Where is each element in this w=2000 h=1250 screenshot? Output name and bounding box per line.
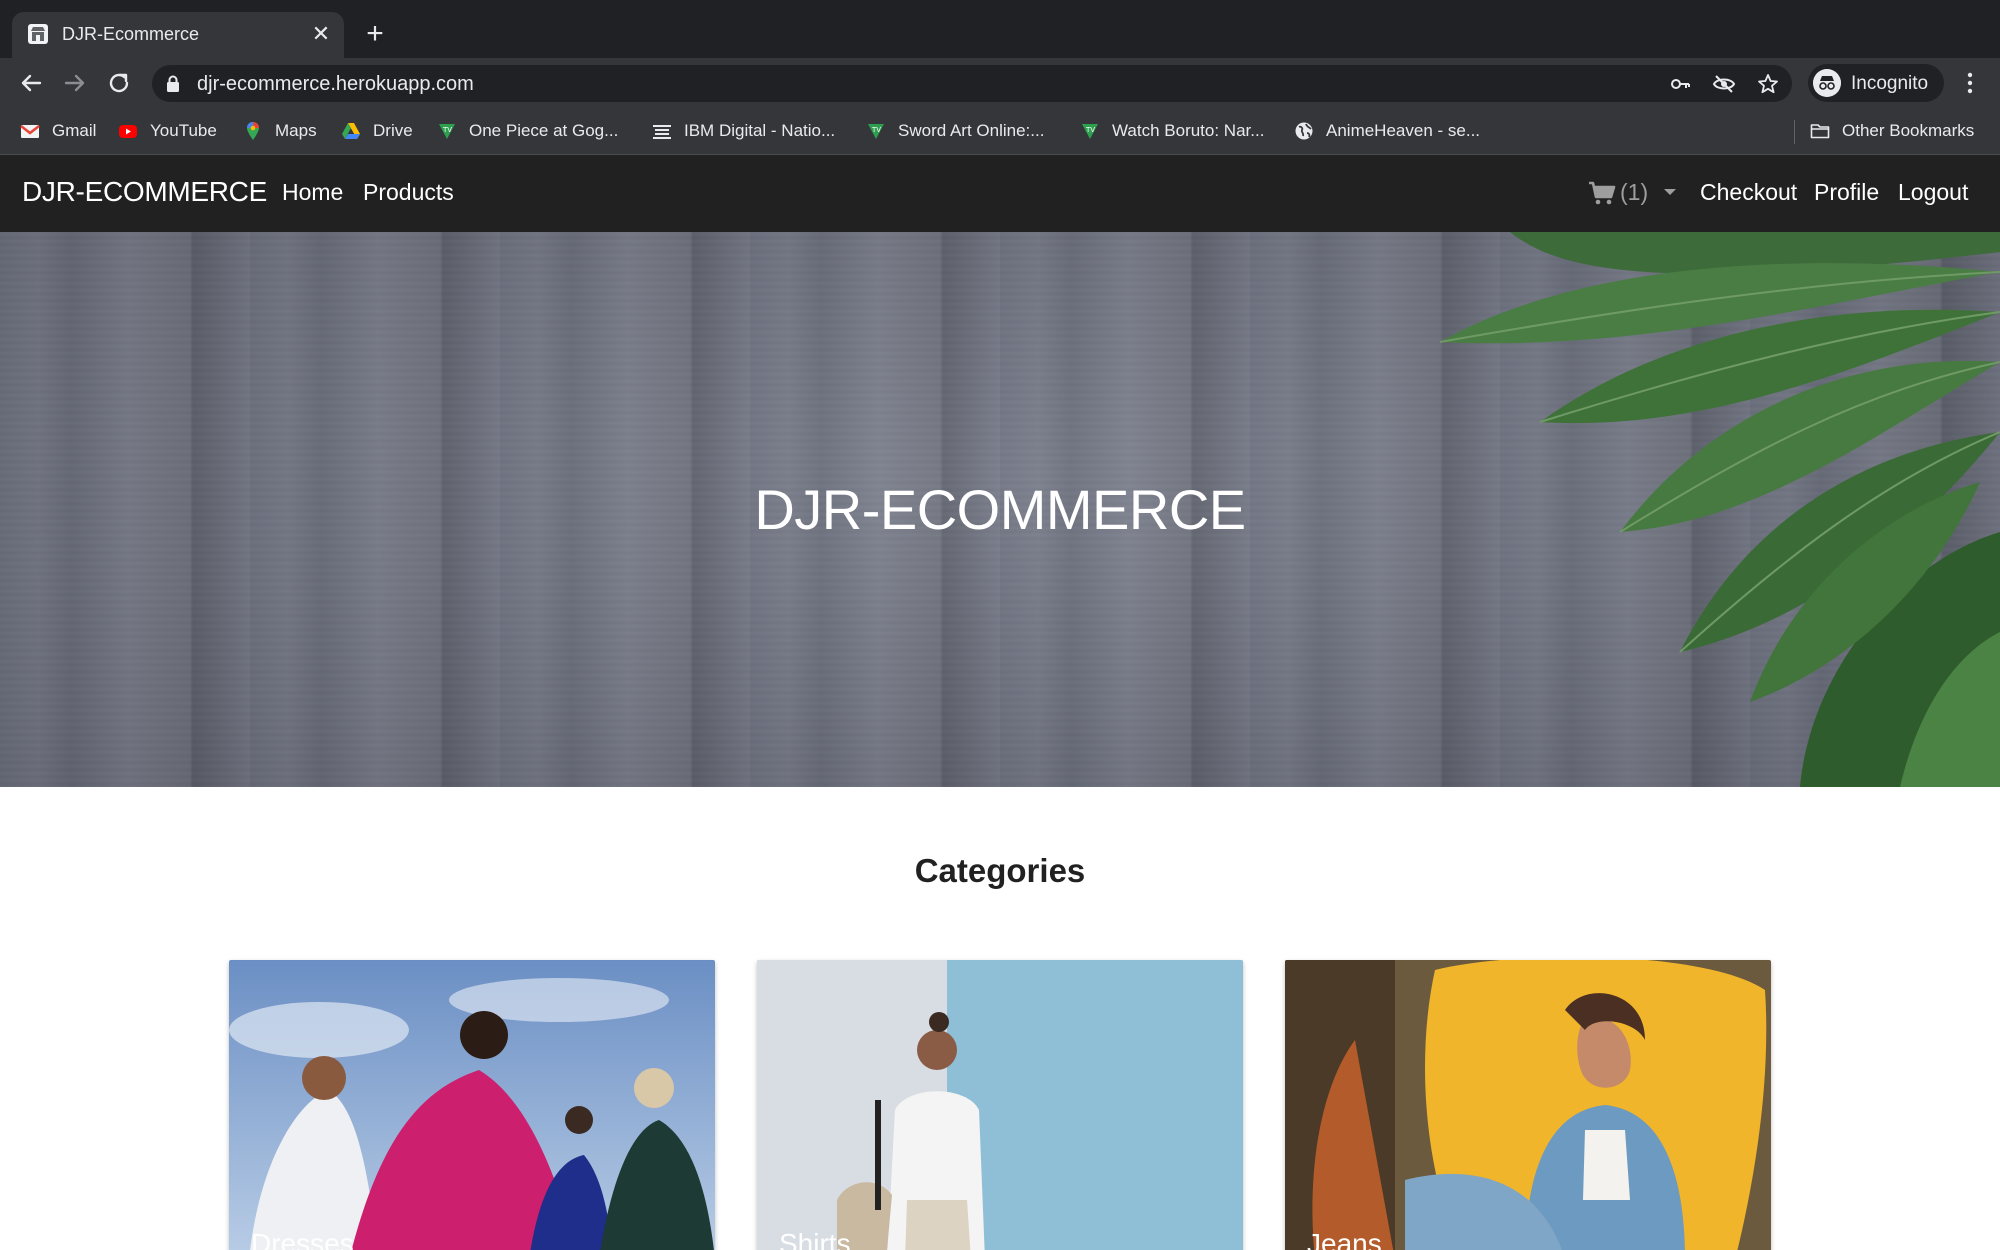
categories-heading: Categories bbox=[914, 852, 1086, 889]
browser-tab[interactable]: DJR-Ecommerce ✕ bbox=[12, 12, 344, 58]
forward-icon[interactable] bbox=[58, 66, 92, 100]
star-icon[interactable] bbox=[1756, 72, 1780, 96]
bookmarks-bar: Gmail YouTube Maps Drive TV One Piece at… bbox=[0, 108, 2000, 155]
hero-title: DJR-ECOMMERCE bbox=[754, 478, 1246, 541]
nav-products-link[interactable]: Products bbox=[363, 179, 454, 206]
shopping-cart-icon bbox=[1589, 181, 1616, 204]
bookmark-boruto[interactable]: TV Watch Boruto: Nar... bbox=[1080, 118, 1264, 144]
category-card-shirts[interactable]: Shirts bbox=[757, 960, 1243, 1250]
nav-home-link[interactable]: Home bbox=[282, 179, 343, 206]
browser-tab-strip: DJR-Ecommerce ✕ + bbox=[0, 0, 2000, 58]
browser-toolbar: djr-ecommerce.herokuapp.com Incognito bbox=[0, 58, 2000, 108]
drive-icon bbox=[342, 123, 360, 139]
new-tab-icon[interactable]: + bbox=[360, 19, 390, 50]
incognito-button[interactable]: Incognito bbox=[1808, 64, 1944, 102]
shirts-image bbox=[757, 960, 1243, 1250]
dresses-image bbox=[229, 960, 715, 1250]
lock-icon[interactable] bbox=[166, 75, 180, 92]
bookmark-animeheaven[interactable]: AnimeHeaven - se... bbox=[1294, 118, 1480, 144]
bookmark-gmail[interactable]: Gmail bbox=[20, 118, 96, 144]
chevron-down-icon[interactable] bbox=[1664, 189, 1676, 195]
category-label: Shirts bbox=[779, 1228, 851, 1250]
cart-count: (1) bbox=[1620, 179, 1649, 205]
tv-icon: TV bbox=[868, 124, 884, 139]
nav-logout-link[interactable]: Logout bbox=[1898, 179, 1968, 206]
tv-icon: TV bbox=[439, 124, 455, 139]
shop-icon bbox=[28, 24, 48, 44]
folder-icon bbox=[1810, 124, 1830, 139]
other-bookmarks[interactable]: Other Bookmarks bbox=[1810, 118, 1974, 144]
tv-icon: TV bbox=[1082, 124, 1098, 139]
category-label: Jeans bbox=[1307, 1228, 1382, 1250]
nav-checkout-link[interactable]: Checkout bbox=[1700, 179, 1797, 206]
bookmark-maps[interactable]: Maps bbox=[243, 118, 317, 144]
nav-profile-link[interactable]: Profile bbox=[1814, 179, 1879, 206]
url-text[interactable]: djr-ecommerce.herokuapp.com bbox=[197, 73, 474, 96]
incognito-label: Incognito bbox=[1851, 73, 1929, 94]
category-card-dresses[interactable]: Dresses bbox=[229, 960, 715, 1250]
maps-icon bbox=[247, 122, 259, 140]
hero-banner: DJR-ECOMMERCE bbox=[0, 232, 2000, 787]
bookmark-one-piece[interactable]: TV One Piece at Gog... bbox=[437, 118, 618, 144]
svg-text:TV: TV bbox=[1085, 126, 1095, 134]
gmail-icon bbox=[20, 125, 40, 138]
tab-title: DJR-Ecommerce bbox=[62, 24, 200, 44]
eye-off-icon[interactable] bbox=[1712, 72, 1736, 96]
bookmark-youtube[interactable]: YouTube bbox=[118, 118, 217, 144]
key-icon[interactable] bbox=[1668, 72, 1692, 96]
incognito-icon bbox=[1813, 69, 1841, 97]
svg-text:TV: TV bbox=[871, 126, 881, 134]
cart-dropdown[interactable]: (1) bbox=[1588, 179, 1648, 206]
brand-link[interactable]: DJR-ECOMMERCE bbox=[22, 176, 267, 208]
category-label: Dresses bbox=[251, 1228, 354, 1250]
jeans-image bbox=[1285, 960, 1771, 1250]
bookmark-sword-art-online[interactable]: TV Sword Art Online:... bbox=[866, 118, 1044, 144]
category-card-jeans[interactable]: Jeans bbox=[1285, 960, 1771, 1250]
address-bar[interactable]: djr-ecommerce.herokuapp.com bbox=[152, 65, 1792, 102]
close-tab-icon[interactable]: ✕ bbox=[308, 21, 334, 47]
reload-icon[interactable] bbox=[102, 66, 136, 100]
site-navbar: DJR-ECOMMERCE Home Products (1) Checkout… bbox=[0, 155, 2000, 232]
ibm-icon bbox=[653, 125, 671, 139]
browser-menu-icon[interactable] bbox=[1958, 70, 1982, 96]
bookmark-ibm[interactable]: IBM Digital - Natio... bbox=[652, 118, 835, 144]
globe-icon bbox=[1295, 122, 1313, 140]
svg-text:TV: TV bbox=[442, 126, 452, 134]
bookmark-separator bbox=[1794, 120, 1795, 144]
back-icon[interactable] bbox=[14, 66, 48, 100]
youtube-icon bbox=[119, 125, 137, 138]
bookmark-drive[interactable]: Drive bbox=[341, 118, 413, 144]
